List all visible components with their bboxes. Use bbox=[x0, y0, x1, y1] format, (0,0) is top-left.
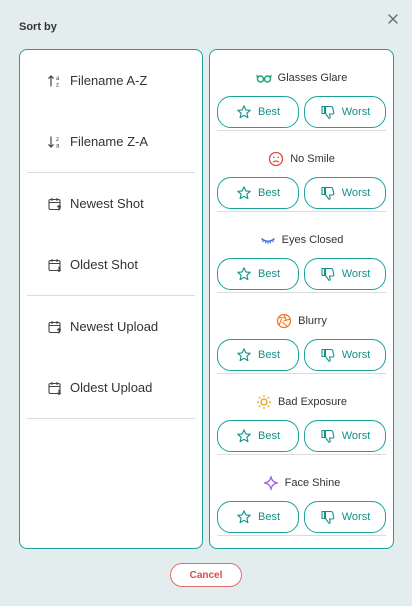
aperture-icon bbox=[276, 313, 292, 329]
thumbs-down-icon bbox=[320, 428, 336, 444]
worst-button[interactable]: Worst bbox=[304, 96, 386, 128]
sort-alpha-desc-icon: za bbox=[47, 134, 63, 150]
worst-button-label: Worst bbox=[341, 349, 371, 361]
closed-eye-icon bbox=[260, 232, 276, 248]
best-button-label: Best bbox=[257, 430, 280, 442]
calendar-up-icon bbox=[47, 196, 63, 212]
best-button[interactable]: Best bbox=[217, 501, 299, 533]
sort-option-filename-a-z[interactable]: az Filename A-Z bbox=[27, 50, 195, 111]
worst-button[interactable]: Worst bbox=[304, 177, 386, 209]
sort-option-label: Filename Z-A bbox=[70, 134, 149, 149]
dialog-title: Sort by bbox=[19, 21, 57, 33]
sort-group-filename: az Filename A-Z za Filename Z-A bbox=[27, 50, 195, 173]
calendar-down-icon bbox=[47, 257, 63, 273]
sort-option-label: Oldest Shot bbox=[70, 257, 138, 272]
best-button[interactable]: Best bbox=[217, 96, 299, 128]
category-face-shine: Face Shine Best Worst bbox=[217, 455, 386, 536]
category-bad-exposure: Bad Exposure Best Worst bbox=[217, 374, 386, 455]
category-label: Eyes Closed bbox=[281, 234, 344, 246]
worst-button-label: Worst bbox=[341, 187, 371, 199]
thumbs-down-icon bbox=[320, 185, 336, 201]
category-label: Face Shine bbox=[284, 477, 341, 489]
thumbs-down-icon bbox=[320, 509, 336, 525]
sort-option-newest-upload[interactable]: Newest Upload bbox=[27, 296, 195, 357]
worst-button-label: Worst bbox=[341, 268, 371, 280]
best-button-label: Best bbox=[257, 268, 280, 280]
category-glasses-glare: Glasses Glare Best Worst bbox=[217, 50, 386, 131]
thumbs-down-icon bbox=[320, 266, 336, 282]
close-button[interactable] bbox=[386, 12, 400, 26]
quality-sort-panel: Glasses Glare Best Worst No Smile Best W… bbox=[209, 49, 394, 549]
sort-options-panel: az Filename A-Z za Filename Z-A Newest S… bbox=[19, 49, 203, 549]
sort-option-newest-shot[interactable]: Newest Shot bbox=[27, 173, 195, 234]
sort-option-label: Newest Shot bbox=[70, 196, 144, 211]
worst-button[interactable]: Worst bbox=[304, 339, 386, 371]
sort-dialog: Sort by az Filename A-Z za Filename Z-A bbox=[0, 0, 412, 606]
category-blurry: Blurry Best Worst bbox=[217, 293, 386, 374]
star-icon bbox=[236, 428, 252, 444]
svg-text:z: z bbox=[56, 137, 59, 143]
star-icon bbox=[236, 509, 252, 525]
sort-option-oldest-shot[interactable]: Oldest Shot bbox=[27, 234, 195, 295]
star-icon bbox=[236, 185, 252, 201]
worst-button[interactable]: Worst bbox=[304, 258, 386, 290]
category-label: No Smile bbox=[290, 153, 335, 165]
category-eyes-closed: Eyes Closed Best Worst bbox=[217, 212, 386, 293]
thumbs-down-icon bbox=[320, 104, 336, 120]
glasses-icon bbox=[255, 70, 272, 86]
category-no-smile: No Smile Best Worst bbox=[217, 131, 386, 212]
calendar-down-icon bbox=[47, 380, 63, 396]
worst-button[interactable]: Worst bbox=[304, 420, 386, 452]
category-label: Bad Exposure bbox=[277, 396, 348, 408]
category-label: Blurry bbox=[298, 315, 327, 327]
best-button[interactable]: Best bbox=[217, 177, 299, 209]
best-button[interactable]: Best bbox=[217, 420, 299, 452]
sort-option-label: Oldest Upload bbox=[70, 380, 153, 395]
thumbs-down-icon bbox=[320, 347, 336, 363]
sort-option-oldest-upload[interactable]: Oldest Upload bbox=[27, 357, 195, 418]
best-button[interactable]: Best bbox=[217, 339, 299, 371]
sort-alpha-asc-icon: az bbox=[47, 73, 63, 89]
cancel-button[interactable]: Cancel bbox=[170, 563, 242, 587]
best-button[interactable]: Best bbox=[217, 258, 299, 290]
sort-group-shot: Newest Shot Oldest Shot bbox=[27, 173, 195, 296]
worst-button-label: Worst bbox=[341, 511, 371, 523]
star-icon bbox=[236, 104, 252, 120]
category-label: Glasses Glare bbox=[277, 72, 348, 84]
sort-group-upload: Newest Upload Oldest Upload bbox=[27, 296, 195, 419]
svg-text:a: a bbox=[56, 76, 60, 82]
best-button-label: Best bbox=[257, 106, 280, 118]
svg-text:a: a bbox=[56, 143, 60, 149]
sort-option-label: Filename A-Z bbox=[70, 73, 148, 88]
sort-option-label: Newest Upload bbox=[70, 319, 159, 334]
svg-text:z: z bbox=[56, 82, 59, 88]
star-icon bbox=[236, 347, 252, 363]
worst-button-label: Worst bbox=[341, 430, 371, 442]
best-button-label: Best bbox=[257, 187, 280, 199]
best-button-label: Best bbox=[257, 511, 280, 523]
worst-button[interactable]: Worst bbox=[304, 501, 386, 533]
sparkle-icon bbox=[263, 475, 279, 491]
worst-button-label: Worst bbox=[341, 106, 371, 118]
star-icon bbox=[236, 266, 252, 282]
sun-icon bbox=[256, 394, 272, 410]
close-icon bbox=[388, 14, 398, 24]
calendar-up-icon bbox=[47, 319, 63, 335]
sort-option-filename-z-a[interactable]: za Filename Z-A bbox=[27, 111, 195, 172]
best-button-label: Best bbox=[257, 349, 280, 361]
frown-icon bbox=[268, 151, 284, 167]
